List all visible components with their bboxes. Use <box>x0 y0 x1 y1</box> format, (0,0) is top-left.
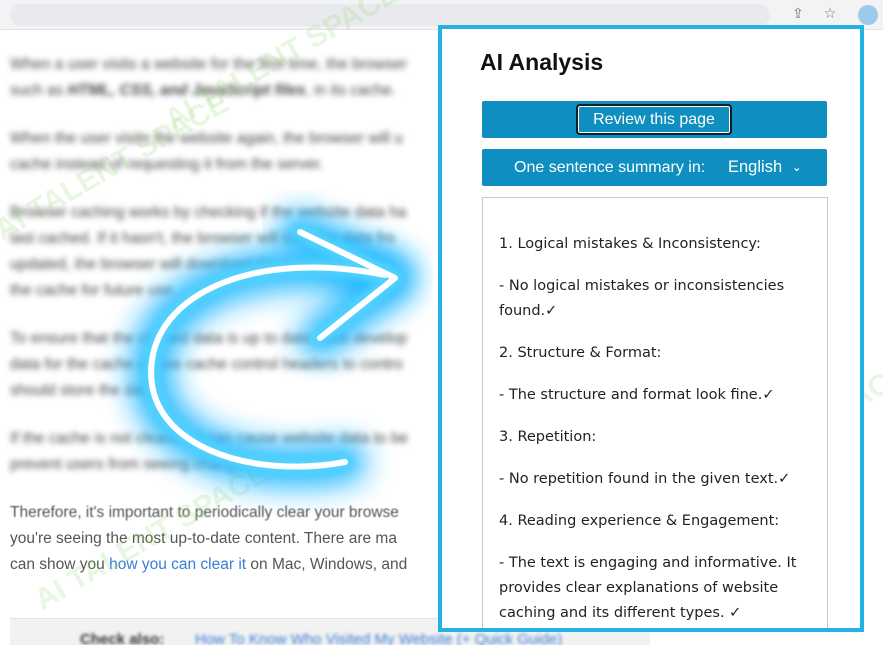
result-line: - The structure and format look fine.✓ <box>499 387 775 403</box>
arrow-body <box>142 223 404 476</box>
result-line: - No repetition found in the given text.… <box>499 471 791 487</box>
analysis-result-box[interactable]: 1. Logical mistakes & Inconsistency: - N… <box>482 197 828 628</box>
panel-title: AI Analysis <box>480 49 604 75</box>
chevron-down-icon: ⌄ <box>792 161 802 174</box>
language-select[interactable]: English ⌄ <box>722 155 807 180</box>
result-line: 4. Reading experience & Engagement: <box>499 513 780 529</box>
review-bar: Review this page <box>482 101 827 138</box>
result-line: 3. Repetition: <box>499 429 597 445</box>
result-line: 2. Structure & Format: <box>499 345 662 361</box>
review-page-button[interactable]: Review this page <box>576 104 732 135</box>
result-line: 1. Logical mistakes & Inconsistency: <box>499 236 761 252</box>
language-value: English <box>728 158 783 176</box>
summary-bar: One sentence summary in: English ⌄ <box>482 149 827 186</box>
result-line: - No logical mistakes or inconsistencies… <box>499 278 785 319</box>
summary-label: One sentence summary in: <box>514 159 706 176</box>
ai-analysis-panel: AI Analysis Review this page One sentenc… <box>438 25 864 632</box>
result-line: - The text is engaging and informative. … <box>499 555 797 621</box>
